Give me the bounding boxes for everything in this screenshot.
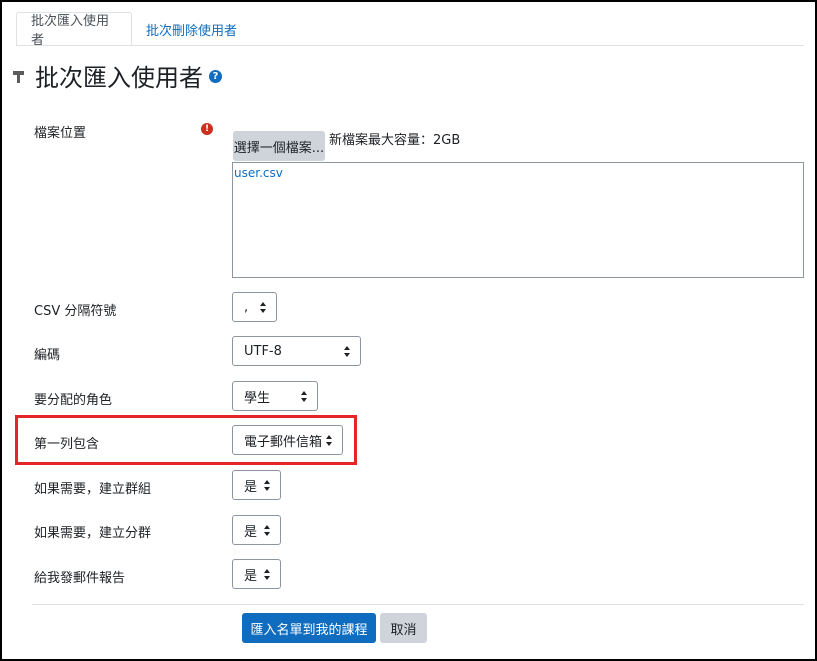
tab-bulk-import[interactable]: 批次匯入使用者 <box>16 12 132 48</box>
email-report-select[interactable]: 是 <box>232 559 281 589</box>
csv-delimiter-label: CSV 分隔符號 <box>34 304 117 319</box>
cancel-button[interactable]: 取消 <box>380 613 427 643</box>
file-drop-area[interactable]: user.csv <box>232 162 804 278</box>
first-column-label: 第一列包含 <box>34 437 100 452</box>
uploaded-file-link[interactable]: user.csv <box>234 166 283 180</box>
csv-delimiter-select[interactable]: , <box>232 292 277 322</box>
create-groups-select[interactable]: 是 <box>232 470 281 500</box>
create-subgroups-value: 是 <box>244 524 258 540</box>
choose-file-button[interactable]: 選擇一個檔案... <box>233 131 325 161</box>
import-submit-button[interactable]: 匯入名單到我的課程 <box>242 613 376 643</box>
select-arrows-icon <box>260 302 267 314</box>
create-groups-label: 如果需要，建立群組 <box>34 482 152 497</box>
encoding-select[interactable]: UTF-8 <box>232 336 361 366</box>
role-label: 要分配的角色 <box>34 393 113 408</box>
create-subgroups-label: 如果需要，建立分群 <box>34 526 152 541</box>
window-border <box>0 0 817 661</box>
question-circle-icon[interactable]: ? <box>209 70 222 83</box>
page-title: 批次匯入使用者 <box>35 64 203 92</box>
first-column-value: 電子郵件信箱 <box>244 434 323 450</box>
create-groups-value: 是 <box>244 479 258 495</box>
file-location-label: 檔案位置 <box>34 126 87 141</box>
exclamation-circle-icon: ! <box>201 123 213 135</box>
tabs-divider <box>16 45 804 46</box>
encoding-value: UTF-8 <box>244 343 282 359</box>
select-arrows-icon <box>301 391 308 403</box>
select-arrows-icon <box>264 569 271 581</box>
csv-delimiter-value: , <box>244 299 249 315</box>
select-arrows-icon <box>326 435 333 447</box>
hammer-icon <box>13 71 24 83</box>
email-report-value: 是 <box>244 568 258 584</box>
first-column-select[interactable]: 電子郵件信箱 <box>232 425 343 455</box>
role-select[interactable]: 學生 <box>232 381 318 411</box>
tab-bulk-delete[interactable]: 批次刪除使用者 <box>132 12 251 46</box>
encoding-label: 編碼 <box>34 348 61 363</box>
max-file-size-text: 新檔案最大容量：2GB <box>329 133 461 148</box>
select-arrows-icon <box>264 480 271 492</box>
role-value: 學生 <box>244 390 271 406</box>
email-report-label: 給我發郵件報告 <box>34 571 126 586</box>
create-subgroups-select[interactable]: 是 <box>232 515 281 545</box>
select-arrows-icon <box>344 346 351 358</box>
form-divider <box>32 604 804 605</box>
select-arrows-icon <box>264 525 271 537</box>
